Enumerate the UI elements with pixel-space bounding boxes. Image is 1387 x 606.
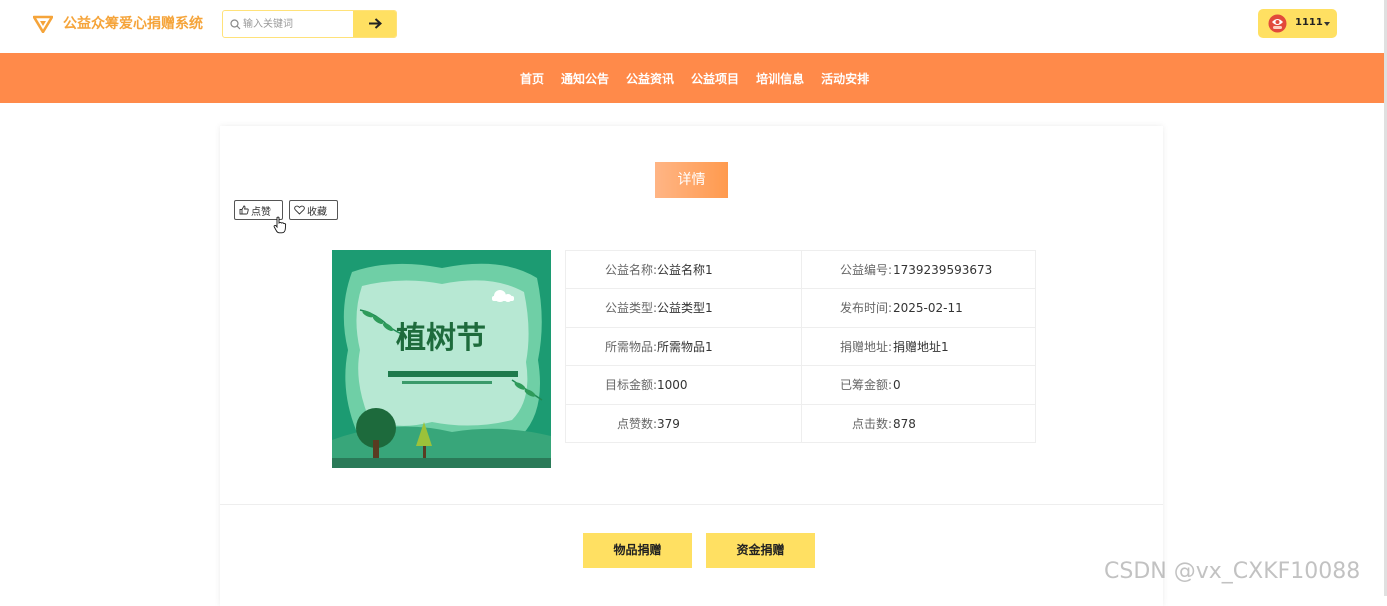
field-label: 已筹金额: xyxy=(839,378,892,393)
field-label: 公益编号: xyxy=(839,263,892,277)
hand-cursor-icon xyxy=(273,216,287,234)
watermark: CSDN @vx_CXKF10088 xyxy=(1104,559,1361,584)
search-input[interactable] xyxy=(243,11,353,37)
nav-item-training[interactable]: 培训信息 xyxy=(756,70,804,87)
top-bar: 公益众筹爱心捐赠系统 1111 xyxy=(0,0,1387,53)
field-value: 公益类型1 xyxy=(657,301,713,316)
avatar xyxy=(1268,14,1287,33)
info-row: 点赞数: 379 点击数: 878 xyxy=(566,404,1036,443)
like-label: 点赞 xyxy=(251,206,271,218)
favorite-label: 收藏 xyxy=(307,206,327,218)
info-cell: 公益编号: 1739239593673 xyxy=(801,251,1036,289)
nav-item-home[interactable]: 首页 xyxy=(520,70,544,87)
field-label: 所需物品: xyxy=(604,339,657,354)
info-cell: 公益类型: 公益类型1 xyxy=(566,289,801,327)
field-value: 0 xyxy=(893,378,901,393)
field-label: 公益名称: xyxy=(604,263,657,277)
nav-item-notices[interactable]: 通知公告 xyxy=(561,70,609,87)
field-label: 发布时间: xyxy=(839,301,892,316)
chevron-down-icon xyxy=(1324,22,1330,26)
field-value: 1739239593673 xyxy=(893,263,993,277)
donate-goods-button[interactable]: 物品捐赠 xyxy=(583,533,692,568)
donate-funds-button[interactable]: 资金捐赠 xyxy=(706,533,815,568)
heart-icon xyxy=(294,205,305,215)
info-cell: 已筹金额: 0 xyxy=(801,366,1036,405)
divider xyxy=(220,504,1163,505)
search-box xyxy=(222,10,397,38)
field-label: 公益类型: xyxy=(604,301,657,316)
info-cell: 公益名称: 公益名称1 xyxy=(566,251,801,289)
field-value: 公益名称1 xyxy=(657,263,713,277)
project-image: 植树节 xyxy=(332,250,551,468)
field-value: 捐赠地址1 xyxy=(893,339,949,354)
user-name: 1111 xyxy=(1295,17,1323,28)
field-value: 878 xyxy=(893,416,916,431)
info-cell: 点击数: 878 xyxy=(801,404,1036,443)
field-value: 所需物品1 xyxy=(657,339,713,354)
arrow-right-icon xyxy=(369,18,382,29)
tree-planting-poster: 植树节 xyxy=(332,250,551,468)
detail-card: 详情 点赞 收藏 植树节 公益名称: 公益名称1 公益编号: 173923959… xyxy=(220,126,1163,606)
field-label: 目标金额: xyxy=(604,378,657,393)
site-title[interactable]: 公益众筹爱心捐赠系统 xyxy=(63,15,203,33)
nav-item-projects[interactable]: 公益项目 xyxy=(691,70,739,87)
info-row: 公益类型: 公益类型1 发布时间: 2025-02-11 xyxy=(566,289,1036,328)
info-cell: 发布时间: 2025-02-11 xyxy=(801,289,1036,328)
favorite-button[interactable]: 收藏 xyxy=(289,200,338,220)
info-row: 所需物品: 所需物品1 捐赠地址: 捐赠地址1 xyxy=(566,327,1036,367)
field-value: 379 xyxy=(657,416,680,431)
field-value: 2025-02-11 xyxy=(893,301,963,316)
field-label: 点赞数: xyxy=(616,416,657,431)
nav-item-news[interactable]: 公益资讯 xyxy=(626,70,674,87)
user-menu[interactable]: 1111 xyxy=(1258,9,1337,38)
info-row: 目标金额: 1000 已筹金额: 0 xyxy=(566,366,1036,405)
logo-icon xyxy=(33,15,53,33)
nav-item-activities[interactable]: 活动安排 xyxy=(821,70,869,87)
info-cell: 捐赠地址: 捐赠地址1 xyxy=(801,327,1036,366)
detail-title: 详情 xyxy=(655,162,728,198)
search-icon xyxy=(230,19,241,30)
project-info-table: 公益名称: 公益名称1 公益编号: 1739239593673 公益类型: 公益类型1… xyxy=(565,250,1036,443)
poster-title: 植树节 xyxy=(396,321,486,356)
field-label: 捐赠地址: xyxy=(839,339,892,354)
thumbs-up-icon xyxy=(239,205,249,215)
main-nav: 首页 通知公告 公益资讯 公益项目 培训信息 活动安排 xyxy=(0,53,1387,103)
info-cell: 点赞数: 379 xyxy=(566,405,801,443)
search-button[interactable] xyxy=(353,11,396,37)
info-cell: 所需物品: 所需物品1 xyxy=(566,328,801,366)
info-row: 公益名称: 公益名称1 公益编号: 1739239593673 xyxy=(566,251,1036,290)
field-label: 点击数: xyxy=(851,416,892,431)
field-value: 1000 xyxy=(657,378,688,393)
info-cell: 目标金额: 1000 xyxy=(566,366,801,404)
